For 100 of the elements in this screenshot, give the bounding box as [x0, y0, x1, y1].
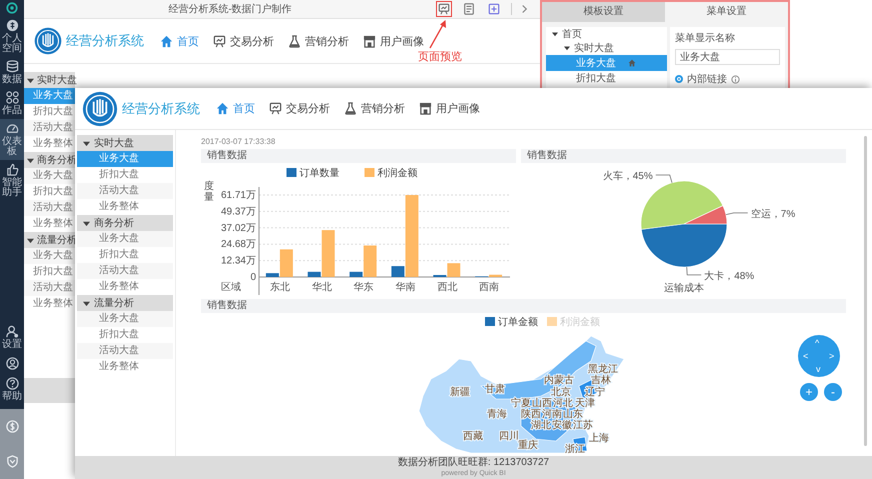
tree-item[interactable]: 首页	[546, 27, 667, 41]
region-label: 陕西	[521, 409, 541, 420]
rail-item[interactable]: 仪表板	[0, 119, 24, 160]
chart-title: 运输成本	[664, 283, 704, 294]
info-icon	[731, 74, 740, 84]
nav-tab[interactable]: 营销分析	[288, 34, 349, 48]
footer-contact: 数据分析团队旺旺群: 1213703727	[398, 457, 550, 469]
scrollbar-thumb[interactable]	[864, 136, 867, 446]
store-icon	[419, 102, 432, 115]
sidebar-group-header[interactable]: 商务分析	[77, 215, 173, 231]
sidebar-item[interactable]: 活动大盘	[77, 183, 173, 199]
shield-icon[interactable]	[6, 455, 18, 468]
preview-button[interactable]	[436, 1, 452, 17]
user-settings-icon	[6, 325, 18, 338]
nav-tab[interactable]: 交易分析	[269, 101, 330, 116]
y-tick-label: 49.37万	[220, 206, 256, 218]
region-label: 宁夏	[511, 398, 531, 409]
region-label: 黑龙江	[588, 364, 618, 375]
nav-tab[interactable]: 交易分析	[213, 34, 274, 48]
easel-chart-icon	[213, 34, 226, 48]
sidebar-item[interactable]: 活动大盘	[24, 200, 75, 216]
y-axis-title: 度量	[204, 181, 214, 203]
nav-tab[interactable]: 用户画像	[363, 34, 424, 48]
nav-tab[interactable]: 首页	[160, 34, 199, 48]
panel-header: 销售数据	[521, 149, 846, 163]
panel-header: 销售数据	[201, 149, 516, 163]
sidebar-item[interactable]: 活动大盘	[77, 343, 173, 359]
rail-item[interactable]: 智能助手	[0, 160, 24, 201]
menu-name-field[interactable]: 业务大盘	[675, 49, 780, 65]
sidebar-item[interactable]: 活动大盘	[77, 263, 173, 279]
dollar-icon[interactable]	[6, 420, 18, 433]
grid-icon	[6, 91, 18, 104]
pan-up-button[interactable]: ^	[815, 338, 820, 348]
x-tick-label: 西南	[479, 282, 500, 293]
sidebar-item[interactable]: 业务大盘	[24, 168, 75, 184]
zoom-out-button[interactable]: -	[824, 383, 842, 401]
nav-tab[interactable]: 用户画像	[419, 101, 480, 116]
region-label: 新疆	[450, 387, 470, 398]
sidebar-group-header[interactable]: 实时大盘	[77, 135, 173, 151]
tree-item[interactable]: 实时大盘	[546, 41, 667, 55]
field-label: 菜单显示名称	[675, 32, 736, 45]
rail-item[interactable]: 数据	[0, 57, 24, 88]
window-title: 经营分析系统-数据门户制作	[167, 2, 293, 16]
legend-swatch[interactable]	[485, 317, 495, 326]
region-label: 内蒙古	[544, 375, 574, 386]
easel-chart-icon	[438, 3, 450, 15]
zoom-in-button[interactable]: +	[800, 383, 818, 401]
legend-label: 订单金额	[498, 317, 538, 328]
sidebar-group-header[interactable]: 实时大盘	[24, 72, 75, 88]
pan-down-button[interactable]: v	[816, 364, 820, 374]
sidebar-item[interactable]: 活动大盘	[24, 280, 75, 296]
pan-right-button[interactable]: >	[829, 351, 834, 361]
y-tick-label: 0	[250, 272, 256, 283]
sidebar-item[interactable]: 业务大盘	[77, 231, 173, 247]
add-button[interactable]	[486, 1, 502, 17]
rail-item[interactable]: 作品	[0, 88, 24, 119]
leader-line	[686, 266, 702, 276]
nav-tab[interactable]: 首页	[216, 101, 255, 116]
rail-item[interactable]: 设置	[0, 322, 24, 353]
slice-label: 空运，7%	[750, 208, 796, 220]
rail-item[interactable]: 帮助	[0, 374, 24, 405]
save-button[interactable]	[461, 1, 477, 17]
pan-left-button[interactable]: <	[803, 351, 808, 361]
region-label: 北京	[551, 387, 571, 398]
region-label: 河北	[553, 398, 573, 409]
gauge-icon	[6, 122, 18, 135]
sidebar-item[interactable]: 业务大盘	[24, 88, 75, 104]
region-label: 湖北	[531, 420, 551, 431]
sidebar-item[interactable]: 业务大盘	[77, 311, 173, 327]
database-icon	[6, 60, 18, 73]
sidebar-group-header[interactable]: 流量分析	[24, 232, 75, 248]
user-circle-icon[interactable]	[6, 357, 18, 370]
leader-line	[655, 174, 672, 184]
thumbs-up-icon	[6, 163, 18, 176]
sidebar-item[interactable]: 业务大盘	[77, 151, 173, 167]
legend-label: 利润金额	[378, 168, 418, 179]
caret-icon	[564, 45, 570, 51]
slice-label: 火车，45%	[602, 171, 653, 182]
app-name: 经营分析系统	[122, 100, 200, 118]
region-label: 上海	[589, 433, 609, 444]
app-name: 经营分析系统	[66, 32, 144, 50]
chevron-right-icon[interactable]	[521, 4, 528, 14]
tree-item[interactable]: 业务大盘	[546, 55, 667, 71]
rail-item[interactable]: 个人空间	[0, 16, 24, 57]
region-label: 天津	[575, 398, 595, 409]
annotation-arrow	[429, 20, 446, 48]
sidebar-item[interactable]: 业务大盘	[24, 248, 75, 264]
leader-line	[726, 212, 748, 216]
slice-label: 大卡，48%	[704, 270, 754, 282]
nav-tab[interactable]: 营销分析	[344, 101, 405, 116]
legend-swatch[interactable]	[547, 317, 557, 326]
sidebar-item[interactable]: 活动大盘	[24, 120, 75, 136]
x-tick-label: 西北	[437, 282, 458, 293]
sidebar-group-header[interactable]: 商务分析	[24, 152, 75, 168]
x-tick-label: 华东	[354, 282, 374, 293]
x-tick-label: 东北	[270, 282, 290, 293]
settings-tab[interactable]: 模板设置	[542, 2, 665, 22]
sidebar-group-header[interactable]: 流量分析	[77, 295, 173, 311]
radio-button[interactable]	[675, 75, 683, 83]
tree-item[interactable]: 折扣大盘	[546, 71, 667, 85]
